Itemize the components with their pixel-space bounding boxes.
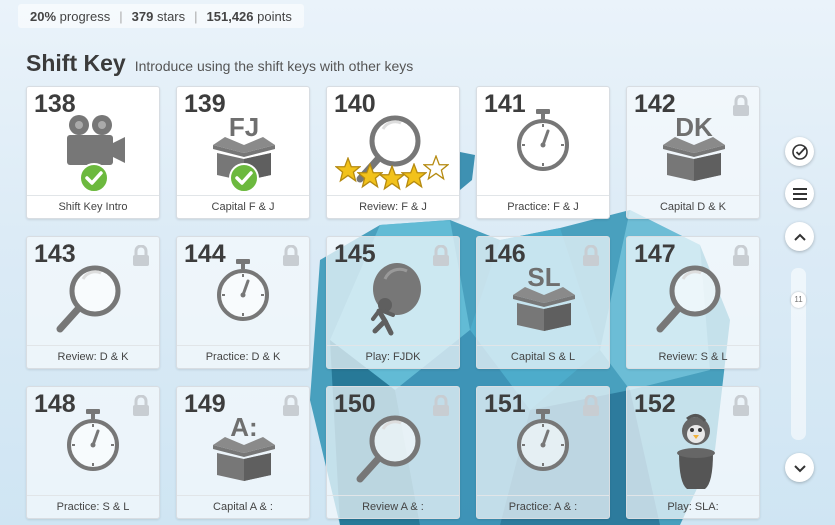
check-circle-icon [791,143,808,160]
lesson-card[interactable]: 142 DK Capital D & K [626,86,760,219]
lesson-label: Practice: D & K [177,345,309,368]
stars-value: 379 [131,8,154,24]
box-icon: SL [477,259,611,347]
scroll-up-button[interactable] [785,222,814,251]
star-empty-icon [423,155,449,181]
lesson-keys: FJ [228,112,260,142]
completed-check-icon [79,163,109,193]
points-label: points [257,8,292,24]
completed-check-icon [229,163,259,193]
box-icon: A: [177,409,311,497]
divider: | [194,8,198,24]
lesson-keys: SL [527,262,561,292]
stats-bar: 20% progress | 379 stars | 151,426 point… [18,4,304,28]
lesson-label: Practice: S & L [27,495,159,518]
stopwatch-icon [177,259,311,347]
divider: | [119,8,123,24]
stopwatch-icon [27,409,161,497]
stopwatch-icon [477,409,611,497]
lesson-label: Play: SLA: [627,495,759,518]
scroll-track[interactable]: 11 [791,268,806,440]
lesson-label: Capital A & : [177,495,309,518]
game-character-icon [327,259,461,347]
menu-icon [792,187,807,200]
lesson-label: Practice: A & : [477,495,609,518]
magnifier-icon [327,109,461,197]
lesson-card[interactable]: 148 Practice: S & L [26,386,160,519]
points-value: 151,426 [206,8,254,24]
lesson-keys: DK [675,112,713,142]
lesson-label: Review: D & K [27,345,159,368]
scroll-down-button[interactable] [785,453,814,482]
lesson-label: Review: F & J [327,195,459,218]
lesson-label: Play: FJDK [327,345,459,368]
lesson-card[interactable]: 152 Play: SLA: [626,386,760,519]
lesson-card[interactable]: 138 Shift Key Intro [26,86,160,219]
lesson-label: Capital S & L [477,345,609,368]
lesson-card[interactable]: 144 Practice: D & K [176,236,310,369]
lesson-card[interactable]: 143 Review: D & K [26,236,160,369]
lesson-label: Review: S & L [627,345,759,368]
lesson-label: Practice: F & J [477,195,609,218]
lesson-label: Capital F & J [177,195,309,218]
lesson-card[interactable]: 141 Practice: F & J [476,86,610,219]
lesson-card[interactable]: 146 SL Capital S & L [476,236,610,369]
stars-label: stars [156,8,186,24]
section-header: Shift Key Introduce using the shift keys… [26,50,413,77]
penguin-icon [627,409,761,497]
section-subtitle: Introduce using the shift keys with othe… [134,58,414,74]
lesson-label: Review A & : [327,495,459,518]
chevron-up-icon [793,233,806,241]
magnifier-icon [27,259,161,347]
lesson-card[interactable]: 139 FJ Capital F & J [176,86,310,219]
chevron-down-icon [793,464,806,472]
lesson-label: Capital D & K [627,195,759,218]
menu-button[interactable] [785,179,814,208]
progress-check-button[interactable] [785,137,814,166]
lesson-keys: A: [230,412,258,442]
progress-value: 20% [30,8,57,24]
lesson-card[interactable]: 150 Review A & : [326,386,460,519]
lesson-card[interactable]: 145 Play: FJDK [326,236,460,369]
magnifier-icon [627,259,761,347]
lesson-card[interactable]: 151 Practice: A & : [476,386,610,519]
lesson-card[interactable]: 149 A: Capital A & : [176,386,310,519]
lesson-card[interactable]: 140 Review: F & J [326,86,460,219]
video-camera-icon [27,109,161,197]
lesson-card[interactable]: 147 Review: S & L [626,236,760,369]
box-icon: FJ [177,109,311,197]
box-icon: DK [627,109,761,197]
stopwatch-icon [477,109,611,197]
progress-label: progress [59,8,111,24]
scroll-thumb[interactable]: 11 [791,292,806,308]
lesson-label: Shift Key Intro [27,195,159,218]
magnifier-icon [327,409,461,497]
section-title: Shift Key [26,50,126,76]
